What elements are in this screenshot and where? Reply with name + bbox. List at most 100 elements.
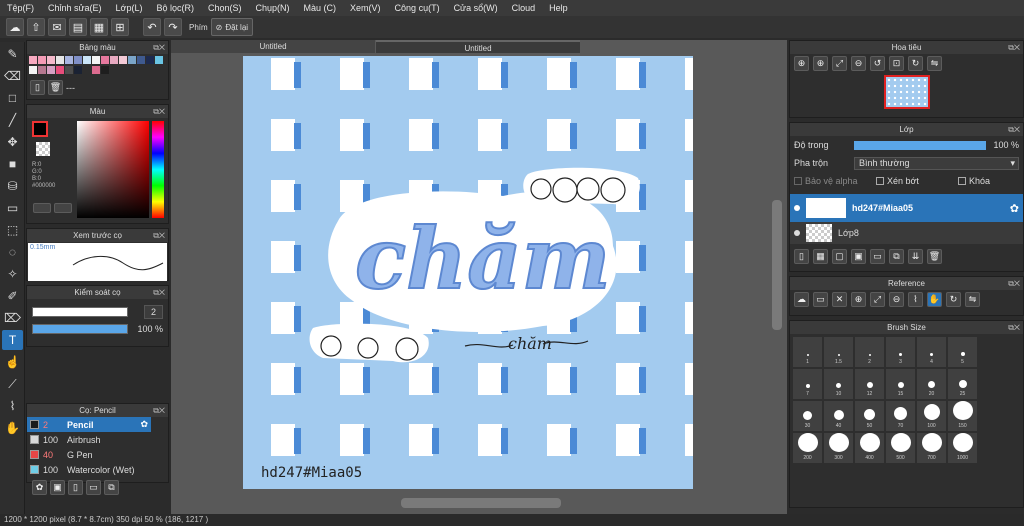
menu-layer[interactable]: Lớp(L) bbox=[109, 3, 150, 13]
brush-size-cell[interactable]: 1 bbox=[793, 337, 822, 367]
secondary-color-swatch[interactable] bbox=[36, 142, 50, 156]
rotate-right-icon[interactable]: ↻ bbox=[908, 55, 923, 71]
palette-swatch[interactable] bbox=[146, 56, 154, 64]
new-page-icon[interactable]: ▯ bbox=[30, 80, 45, 95]
opacity-slider[interactable] bbox=[854, 140, 986, 150]
palette-swatch[interactable] bbox=[56, 56, 64, 64]
reset-button[interactable]: ⊘ Đặt lại bbox=[210, 18, 254, 36]
new-halftone-layer-icon[interactable]: ▦ bbox=[813, 248, 828, 264]
brush-size-cell[interactable]: 3 bbox=[886, 337, 915, 367]
text-tool-icon[interactable]: T bbox=[2, 330, 23, 350]
lasso-tool-icon[interactable]: ◌ bbox=[2, 242, 23, 262]
protect-alpha-checkbox[interactable] bbox=[794, 177, 802, 185]
palette-swatch[interactable] bbox=[101, 56, 109, 64]
brush-opacity-slider[interactable] bbox=[32, 324, 128, 334]
artboard[interactable]: chăm chăm hd247#Miaa05 bbox=[243, 56, 693, 489]
reference-zoom-out-icon[interactable]: ⊖ bbox=[889, 291, 904, 307]
palette-swatch[interactable] bbox=[110, 56, 118, 64]
palette-swatch[interactable] bbox=[65, 56, 73, 64]
brush-list-item[interactable]: 2 Pencil ✿ bbox=[27, 417, 151, 432]
brush-size-cell[interactable]: 7 bbox=[793, 369, 822, 399]
chat-icon[interactable]: ✉ bbox=[48, 18, 66, 36]
brush-settings-icon[interactable]: ✿ bbox=[32, 480, 47, 495]
lock-checkbox[interactable] bbox=[958, 177, 966, 185]
palette-swatch[interactable] bbox=[83, 56, 91, 64]
close-icon[interactable]: ⧉✕ bbox=[153, 41, 165, 54]
reference-open-icon[interactable]: ▭ bbox=[813, 291, 828, 307]
select-eraser-tool-icon[interactable]: ⌦ bbox=[2, 308, 23, 328]
layer-item[interactable]: Lớp8 bbox=[790, 222, 1023, 244]
tab-untitled-1[interactable]: Untitled bbox=[171, 40, 375, 53]
palette-swatch[interactable] bbox=[155, 56, 163, 64]
brush-size-cell[interactable]: 1000 bbox=[948, 433, 977, 463]
grid-icon[interactable]: ⊞ bbox=[111, 18, 129, 36]
close-icon[interactable]: ⧉✕ bbox=[1008, 321, 1020, 334]
close-icon[interactable]: ⧉✕ bbox=[153, 404, 165, 417]
undo-icon[interactable]: ↶ bbox=[143, 18, 161, 36]
menu-edit[interactable]: Chỉnh sửa(E) bbox=[41, 3, 109, 13]
panel-icon[interactable]: ▦ bbox=[90, 18, 108, 36]
menu-select[interactable]: Chọn(S) bbox=[201, 3, 249, 13]
hue-slider[interactable] bbox=[152, 121, 164, 218]
palette-swatch[interactable] bbox=[74, 56, 82, 64]
brush-folder-icon[interactable]: ▭ bbox=[86, 480, 101, 495]
redo-icon[interactable]: ↷ bbox=[164, 18, 182, 36]
reference-fit-icon[interactable]: ⤢ bbox=[870, 291, 885, 307]
folder-icon[interactable]: ▭ bbox=[870, 248, 885, 264]
move-tool-icon[interactable]: ✥ bbox=[2, 132, 23, 152]
duplicate-icon[interactable]: ⧉ bbox=[889, 248, 904, 264]
brush-size-cell[interactable]: 50 bbox=[855, 401, 884, 431]
zoom-out-icon[interactable]: ⊖ bbox=[851, 55, 866, 71]
brush-size-cell[interactable]: 5 bbox=[948, 337, 977, 367]
menu-window[interactable]: Cửa sổ(W) bbox=[447, 3, 505, 13]
close-icon[interactable]: ⧉✕ bbox=[153, 229, 165, 242]
brush-size-cell[interactable]: 500 bbox=[886, 433, 915, 463]
palette-swatch[interactable] bbox=[92, 56, 100, 64]
brush-size-cell[interactable]: 70 bbox=[886, 401, 915, 431]
delete-layer-icon[interactable]: 🗑 bbox=[927, 248, 942, 264]
zoom-in-icon[interactable]: ⊕ bbox=[794, 55, 809, 71]
zoom-in-2-icon[interactable]: ⊕ bbox=[813, 55, 828, 71]
close-icon[interactable]: ⧉✕ bbox=[1008, 41, 1020, 54]
menu-filter[interactable]: Bộ lọc(R) bbox=[149, 3, 201, 13]
hand-tool-icon[interactable]: ✋ bbox=[2, 418, 23, 438]
wand-tool-icon[interactable]: ✧ bbox=[2, 264, 23, 284]
color-mode-icon[interactable] bbox=[33, 203, 51, 213]
flip-icon[interactable]: ⇋ bbox=[927, 55, 942, 71]
divide-tool-icon[interactable]: ⟋ bbox=[2, 374, 23, 394]
merge-icon[interactable]: ⇊ bbox=[908, 248, 923, 264]
new-1bit-layer-icon[interactable]: ▢ bbox=[832, 248, 847, 264]
reference-eyedropper-icon[interactable]: ⌇ bbox=[908, 291, 923, 307]
brush-size-cell[interactable]: 2 bbox=[855, 337, 884, 367]
eyedropper-tool-icon[interactable]: ⌇ bbox=[2, 396, 23, 416]
reset-view-icon[interactable]: ⊡ bbox=[889, 55, 904, 71]
palette-swatch[interactable] bbox=[38, 56, 46, 64]
color-saturation-picker[interactable] bbox=[77, 121, 149, 218]
blend-mode-select[interactable]: Bình thường ▾ bbox=[854, 156, 1019, 170]
brush-size-cell[interactable]: 200 bbox=[793, 433, 822, 463]
gear-icon[interactable]: ✿ bbox=[140, 419, 148, 430]
palette-swatch[interactable] bbox=[119, 56, 127, 64]
brush-size-cell[interactable]: 40 bbox=[824, 401, 853, 431]
layer-settings-icon[interactable]: ✿ bbox=[1010, 202, 1019, 215]
brush-size-cell[interactable]: 20 bbox=[917, 369, 946, 399]
brush-size-cell[interactable]: 1.5 bbox=[824, 337, 853, 367]
brush-list-item[interactable]: 40 G Pen bbox=[27, 447, 151, 462]
comic-icon[interactable]: ▤ bbox=[69, 18, 87, 36]
new-layer-icon[interactable]: ▯ bbox=[794, 248, 809, 264]
close-icon[interactable]: ⧉✕ bbox=[1008, 277, 1020, 290]
palette-swatch[interactable] bbox=[56, 66, 64, 74]
palette-swatch[interactable] bbox=[47, 66, 55, 74]
brush-size-cell[interactable]: 400 bbox=[855, 433, 884, 463]
close-icon[interactable]: ⧉✕ bbox=[1008, 123, 1020, 136]
visibility-icon[interactable] bbox=[794, 205, 800, 211]
trash-icon[interactable]: 🗑 bbox=[48, 80, 63, 95]
brush-size-cell[interactable]: 4 bbox=[917, 337, 946, 367]
brush-list-item[interactable]: 100 Airbrush bbox=[27, 432, 151, 447]
close-icon[interactable]: ⧉✕ bbox=[153, 286, 165, 299]
reference-close-icon[interactable]: ✕ bbox=[832, 291, 847, 307]
brush-tool-icon[interactable]: ✎ bbox=[2, 44, 23, 64]
clip-checkbox[interactable] bbox=[876, 177, 884, 185]
brush-size-cell[interactable]: 300 bbox=[824, 433, 853, 463]
brush-size-slider[interactable] bbox=[32, 307, 128, 317]
